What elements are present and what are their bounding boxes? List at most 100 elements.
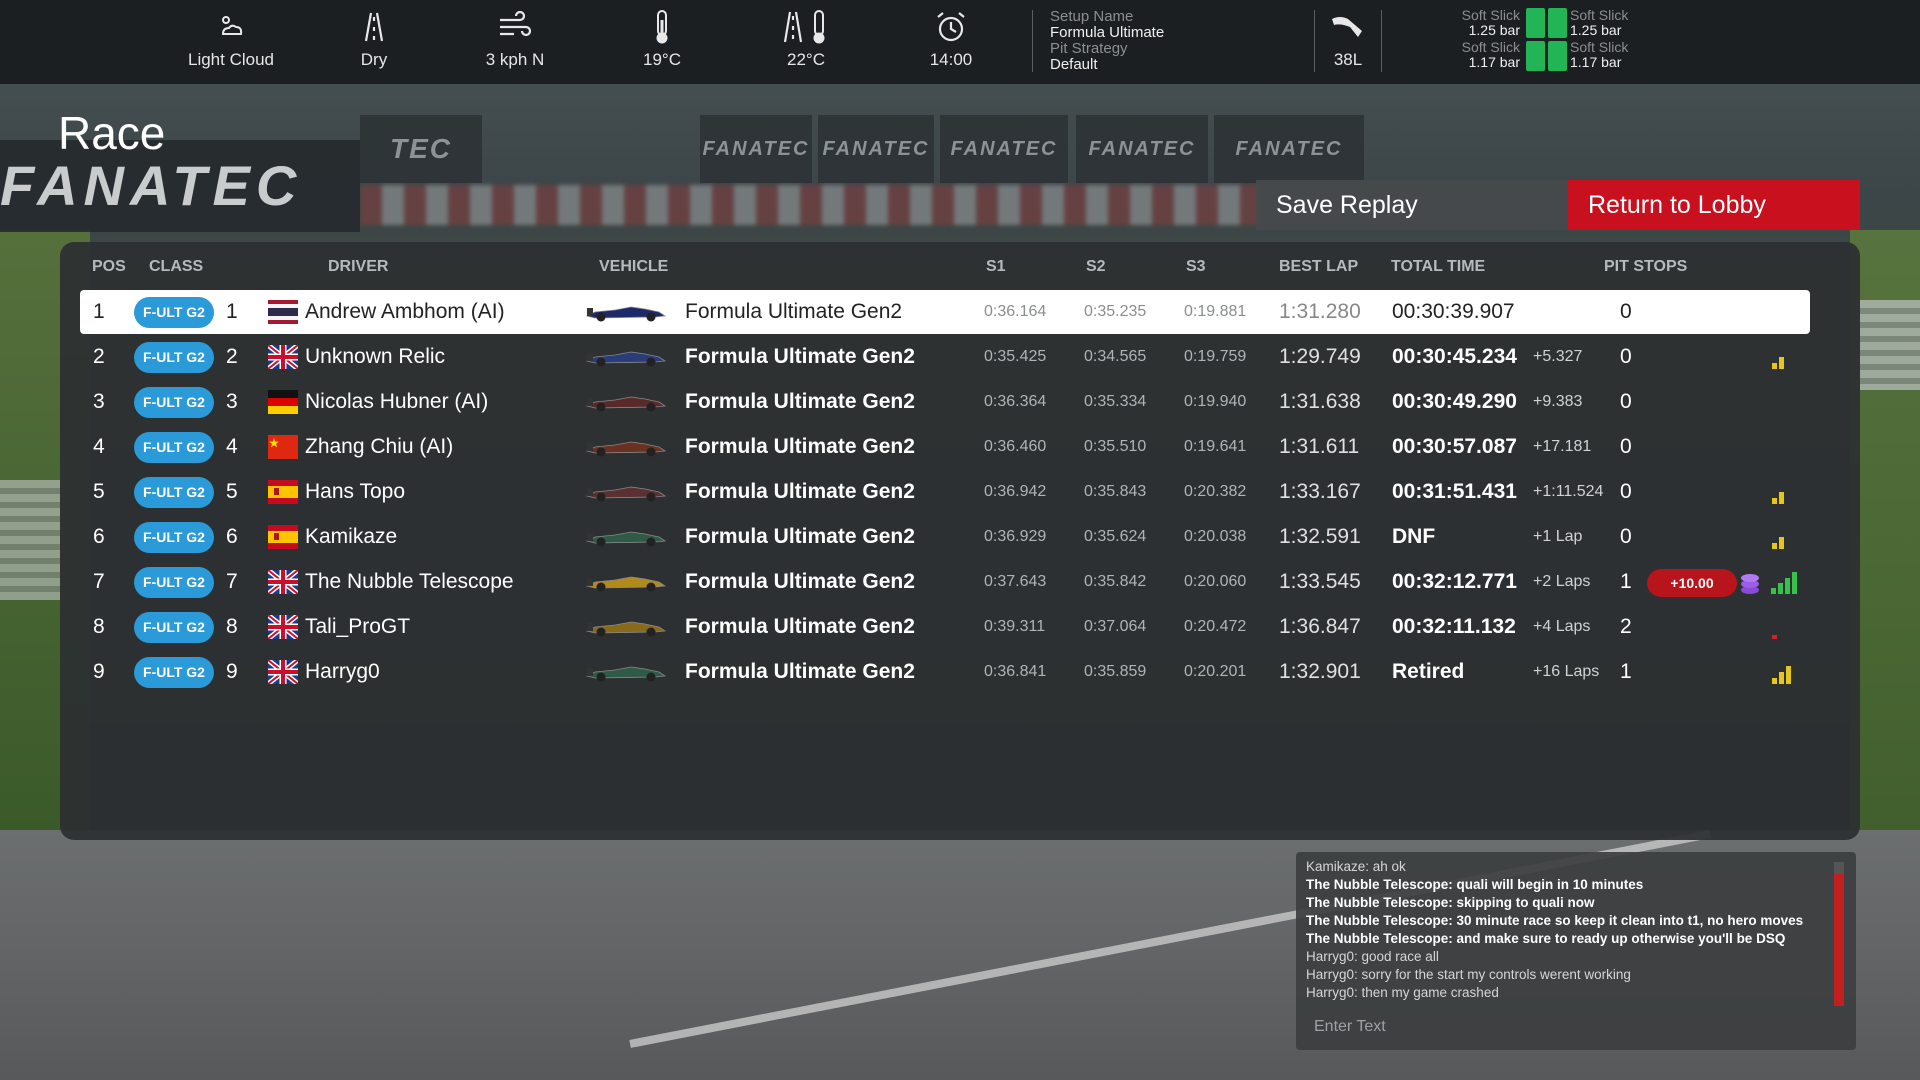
pit-stop-count: 0: [1620, 435, 1632, 458]
sector-1-time: 0:36.460: [984, 438, 1047, 455]
sector-3-time: 0:20.060: [1184, 573, 1247, 590]
barrier-right: [1860, 300, 1920, 390]
gap-to-leader: +4 Laps: [1533, 618, 1591, 635]
pit-stop-count: 0: [1620, 480, 1632, 503]
class-badge: F-ULT G2: [134, 522, 214, 553]
driver-name: Andrew Ambhom (AI): [305, 300, 505, 323]
chat-input[interactable]: [1306, 1012, 1826, 1042]
col-s2[interactable]: S2: [1086, 258, 1106, 276]
coin-stack-icon: [1740, 572, 1760, 596]
col-s3[interactable]: S3: [1186, 258, 1206, 276]
driver-name: Harryg0: [305, 660, 380, 683]
col-s1[interactable]: S1: [986, 258, 1006, 276]
sponsor-banner: FANATEC: [1076, 115, 1208, 183]
tyre-rear-left: Soft Slick 1.17 bar: [1461, 39, 1520, 70]
vehicle-name: Formula Ultimate Gen2: [685, 480, 915, 503]
connection-signal-icon: [1770, 662, 1800, 686]
table-row[interactable]: 7 F-ULT G2 7 The Nubble Telescope Formula Ul…: [80, 560, 1810, 604]
sector-3-time: 0:19.759: [1184, 348, 1247, 365]
sponsor-banner: FANATEC: [1214, 115, 1364, 183]
row-position: 8: [93, 615, 105, 638]
sector-1-time: 0:36.164: [984, 303, 1047, 320]
pit-stop-count: 1: [1620, 660, 1632, 683]
col-pos[interactable]: POS: [92, 258, 126, 276]
class-badge: F-ULT G2: [134, 477, 214, 508]
col-best-lap[interactable]: BEST LAP: [1279, 258, 1358, 276]
fuel-nozzle-icon: [1318, 8, 1378, 46]
pit-stop-count: 0: [1620, 345, 1632, 368]
country-flag-icon: [268, 435, 298, 459]
sector-2-time: 0:35.510: [1084, 438, 1147, 455]
total-time: 00:32:12.771: [1392, 570, 1517, 593]
sponsor-banner: FANATEC: [700, 115, 812, 183]
best-lap-time: 1:31.638: [1279, 390, 1361, 413]
vehicle-name: Formula Ultimate Gen2: [685, 300, 903, 323]
col-total-time[interactable]: TOTAL TIME: [1391, 258, 1485, 276]
table-row[interactable]: 3 F-ULT G2 3 Nicolas Hubner (AI) Formula Ult…: [80, 380, 1810, 424]
class-badge: F-ULT G2: [134, 657, 214, 688]
table-row[interactable]: 9 F-ULT G2 9 Harryg0 Formula Ultimate Gen2 0:…: [80, 650, 1810, 694]
table-row[interactable]: 6 F-ULT G2 6 Kamikaze Formula Ultimate Gen2 0…: [80, 515, 1810, 559]
return-to-lobby-button[interactable]: Return to Lobby: [1568, 180, 1860, 230]
table-row[interactable]: 2 F-ULT G2 2 Unknown Relic Formula Ultimate …: [80, 335, 1810, 379]
table-row[interactable]: 8 F-ULT G2 8 Tali_ProGT Formula Ultimate Gen…: [80, 605, 1810, 649]
sector-1-time: 0:36.929: [984, 528, 1047, 545]
sector-1-time: 0:36.942: [984, 483, 1047, 500]
sponsor-banner-large: FANATEC: [0, 140, 360, 232]
sector-2-time: 0:35.235: [1084, 303, 1147, 320]
vehicle-name: Formula Ultimate Gen2: [685, 615, 915, 638]
class-badge: F-ULT G2: [134, 612, 214, 643]
sponsor-banner: FANATEC: [818, 115, 934, 183]
tyre-indicator-rl: [1526, 41, 1545, 71]
table-row[interactable]: 4 F-ULT G2 4 Zhang Chiu (AI) Formula Ultimat…: [80, 425, 1810, 469]
total-time: 00:30:49.290: [1392, 390, 1517, 413]
col-vehicle[interactable]: VEHICLE: [599, 258, 668, 276]
sector-3-time: 0:20.382: [1184, 483, 1247, 500]
driver-name: Nicolas Hubner (AI): [305, 390, 489, 413]
vehicle-name: Formula Ultimate Gen2: [685, 390, 915, 413]
country-flag-icon: [268, 300, 298, 324]
country-flag-icon: [268, 390, 298, 414]
track-surface-status: Dry: [314, 8, 434, 70]
sector-1-time: 0:37.643: [984, 573, 1047, 590]
table-row[interactable]: 5 F-ULT G2 5 Hans Topo Formula Ultimate Gen2…: [80, 470, 1810, 514]
vehicle-name: Formula Ultimate Gen2: [685, 660, 915, 683]
divider: [1314, 10, 1315, 72]
chat-scrollbar-track[interactable]: [1834, 862, 1844, 874]
col-driver[interactable]: DRIVER: [328, 258, 388, 276]
row-position: 3: [93, 390, 105, 413]
chat-message: Harryg0: sorry for the start my controls…: [1306, 967, 1631, 982]
pit-stop-count: 0: [1620, 390, 1632, 413]
best-lap-time: 1:32.901: [1279, 660, 1361, 683]
gap-to-leader: +17.181: [1533, 438, 1592, 455]
chat-panel: Kamikaze: ah ok The Nubble Telescope: qua…: [1296, 852, 1856, 1050]
country-flag-icon: [266, 343, 300, 371]
car-icon: [585, 525, 667, 549]
chat-scrollbar[interactable]: [1834, 862, 1844, 1006]
col-pit-stops[interactable]: PIT STOPS: [1604, 258, 1687, 276]
class-badge: F-ULT G2: [134, 297, 214, 328]
tyre-front-left: Soft Slick 1.25 bar: [1461, 7, 1520, 38]
sector-3-time: 0:20.472: [1184, 618, 1247, 635]
gap-to-leader: +9.383: [1533, 393, 1583, 410]
penalty-badge: +10.00: [1647, 569, 1737, 597]
track-temperature: 22°C: [746, 8, 866, 70]
driver-name: Tali_ProGT: [305, 615, 411, 638]
save-replay-button[interactable]: Save Replay: [1256, 180, 1582, 230]
driver-name: Hans Topo: [305, 480, 406, 503]
row-position: 5: [93, 480, 105, 503]
table-row[interactable]: 1 F-ULT G2 1 Andrew Ambhom (AI) Formula Ulti…: [80, 290, 1810, 334]
best-lap-time: 1:33.167: [1279, 480, 1361, 503]
cloud-icon: [171, 8, 291, 46]
gap-to-leader: +1:11.524: [1533, 483, 1604, 500]
connection-signal-icon: [1770, 482, 1800, 506]
sector-3-time: 0:20.201: [1184, 663, 1247, 680]
car-number: 8: [226, 615, 238, 638]
chat-message: Kamikaze: ah ok: [1306, 859, 1406, 874]
pit-stop-count: 2: [1620, 615, 1632, 638]
sector-3-time: 0:19.881: [1184, 303, 1247, 320]
tyre-indicator-fr: [1548, 8, 1567, 38]
vehicle-name: Formula Ultimate Gen2: [685, 435, 915, 458]
barrier-left: [0, 480, 60, 600]
col-class[interactable]: CLASS: [149, 258, 203, 276]
